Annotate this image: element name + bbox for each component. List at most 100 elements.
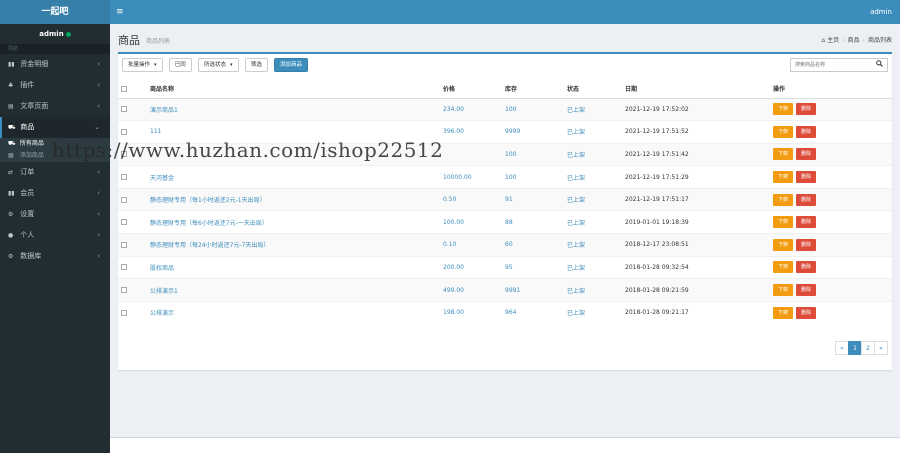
take-down-button[interactable]: 下架 xyxy=(773,238,794,251)
chevron-left-icon: ‹ xyxy=(97,189,100,197)
delete-button[interactable]: 删除 xyxy=(796,148,817,161)
breadcrumb: ⌂ 主页 › 商品 › 商品列表 xyxy=(821,35,892,44)
sidebar-subitem-label: 添加商品 xyxy=(19,152,44,159)
sidebar-item-database[interactable]: ⚙ 数据库 ‹ xyxy=(0,246,110,267)
sidebar-item-funds[interactable]: ▮▮ 资金明细 ‹ xyxy=(0,54,110,75)
product-name-link[interactable]: 股权商品 xyxy=(150,255,443,279)
bulk-action-select[interactable]: 批量操作 ▾ xyxy=(122,58,163,72)
date-cell: 2018-01-28 09:32:54 xyxy=(625,255,773,279)
chevron-left-icon: ‹ xyxy=(97,210,100,218)
pagination-prev[interactable]: « xyxy=(835,341,849,355)
search-icon[interactable] xyxy=(876,60,883,69)
column-header[interactable]: 商品名称 xyxy=(150,80,443,99)
status-cell: 已上架 xyxy=(567,300,625,324)
row-checkbox[interactable] xyxy=(121,196,127,203)
row-checkbox[interactable] xyxy=(121,264,127,271)
sidebar-item-label: 个人 xyxy=(20,231,35,239)
delete-button[interactable]: 删除 xyxy=(796,284,817,297)
product-name-link[interactable]: 天河基金 xyxy=(150,165,443,189)
pagination-page-2[interactable]: 2 xyxy=(861,341,875,355)
product-name-link[interactable]: 静态理财专用（每24小时返还7元-7天出局） xyxy=(150,233,443,257)
column-header[interactable]: 状态 xyxy=(567,80,625,99)
sidebar-item-plugins[interactable]: ♣ 插件 ‹ xyxy=(0,75,110,96)
status-cell: 已上架 xyxy=(567,278,625,302)
date-cell: 2021-12-19 17:52:02 xyxy=(625,97,773,121)
take-down-button[interactable]: 下架 xyxy=(773,171,794,184)
chevron-left-icon: ‹ xyxy=(97,231,100,239)
actions-cell: 下架 删除 xyxy=(773,165,892,189)
row-checkbox[interactable] xyxy=(121,174,127,181)
product-name-link[interactable]: 静态理财专用（每1小时返还2元-1天出局） xyxy=(150,187,443,211)
stock-cell: 100 xyxy=(505,165,567,189)
take-down-button[interactable]: 下架 xyxy=(773,261,794,274)
delete-button[interactable]: 删除 xyxy=(796,306,817,319)
row-checkbox[interactable] xyxy=(121,128,127,135)
sidebar-item-members[interactable]: ▮▮ 会员 ‹ xyxy=(0,183,110,204)
top-user-menu[interactable]: admin xyxy=(870,0,892,24)
column-header[interactable]: 日期 xyxy=(625,80,773,99)
take-down-button[interactable]: 下架 xyxy=(773,306,794,319)
delete-button[interactable]: 删除 xyxy=(796,125,817,138)
status-filter-select[interactable]: 所选状态 ▾ xyxy=(198,58,239,72)
sidebar-item-profile[interactable]: ● 个人 ‹ xyxy=(0,225,110,246)
pagination-next[interactable]: » xyxy=(874,341,888,355)
product-name-link[interactable]: 演示商品1 xyxy=(150,97,443,121)
watermark-text: https://www.huzhan.com/ishop22512 xyxy=(52,138,444,162)
price-cell: 396.00 xyxy=(443,120,505,144)
delete-button[interactable]: 删除 xyxy=(796,216,817,229)
take-down-button[interactable]: 下架 xyxy=(773,103,794,116)
cart-icon: ⛟ xyxy=(8,124,16,131)
select-all-checkbox[interactable] xyxy=(121,85,127,92)
page-subtitle: 商品列表 xyxy=(146,38,171,45)
take-down-button[interactable]: 下架 xyxy=(773,148,794,161)
filter-button[interactable]: 筛选 xyxy=(244,58,268,72)
delete-button[interactable]: 删除 xyxy=(796,261,817,274)
row-checkbox[interactable] xyxy=(121,219,127,226)
search-input[interactable] xyxy=(791,59,871,71)
row-checkbox[interactable] xyxy=(121,106,127,113)
bulk-action-label: 批量操作 xyxy=(128,62,151,68)
column-header[interactable]: 价格 xyxy=(443,80,505,99)
row-select-cell xyxy=(118,300,150,324)
status-cell: 已上架 xyxy=(567,142,625,166)
breadcrumb-current: 商品列表 xyxy=(867,37,892,44)
actions-cell: 下架 删除 xyxy=(773,142,892,166)
column-header[interactable]: 库存 xyxy=(505,80,567,99)
delete-button[interactable]: 删除 xyxy=(796,171,817,184)
breadcrumb-products[interactable]: 商品 xyxy=(848,37,860,44)
row-select-cell xyxy=(118,278,150,302)
product-name-link[interactable]: 公排演示 xyxy=(150,300,443,324)
menu-toggle-icon[interactable]: ≡ xyxy=(116,0,124,24)
delete-button[interactable]: 删除 xyxy=(796,193,817,206)
product-name-link[interactable]: 公排演示1 xyxy=(150,278,443,302)
take-down-button[interactable]: 下架 xyxy=(773,125,794,138)
delete-button[interactable]: 删除 xyxy=(796,103,817,116)
sidebar-item-products[interactable]: ⛟ 商品 ⌄ xyxy=(0,117,110,138)
add-product-button[interactable]: 添加商品 xyxy=(274,58,309,72)
row-select-cell xyxy=(118,165,150,189)
row-checkbox[interactable] xyxy=(121,241,127,248)
pagination-page-1[interactable]: 1 xyxy=(848,341,862,355)
apply-button[interactable]: 已同 xyxy=(168,58,192,72)
sidebar-item-orders[interactable]: ⇄ 订单 ‹ xyxy=(0,162,110,183)
actions-cell: 下架 删除 xyxy=(773,233,892,257)
sidebar-item-articles[interactable]: ▤ 文章页面 ‹ xyxy=(0,96,110,117)
sidebar-item-label: 资金明细 xyxy=(20,60,49,68)
take-down-button[interactable]: 下架 xyxy=(773,193,794,206)
take-down-button[interactable]: 下架 xyxy=(773,284,794,297)
row-checkbox[interactable] xyxy=(121,309,127,316)
sidebar-item-settings[interactable]: ⚙ 设置 ‹ xyxy=(0,204,110,225)
stock-cell: 88 xyxy=(505,210,567,234)
gear-icon: ⚙ xyxy=(8,211,14,218)
breadcrumb-home[interactable]: 主页 xyxy=(827,37,839,44)
actions-cell: 下架 删除 xyxy=(773,210,892,234)
pagination: « 1 2 » xyxy=(835,341,888,355)
app-logo[interactable]: 一起吧 xyxy=(0,0,110,24)
take-down-button[interactable]: 下架 xyxy=(773,216,794,229)
product-name-link[interactable]: 静态理财专用（每6小时返还7元-一天出局） xyxy=(150,210,443,234)
delete-button[interactable]: 删除 xyxy=(796,238,817,251)
price-cell xyxy=(443,142,505,166)
table-row: 股权商品 200.00 95 已上架 2018-01-28 09:32:54 下架 删除 xyxy=(118,255,892,279)
row-checkbox[interactable] xyxy=(121,287,127,294)
chevron-left-icon: ‹ xyxy=(97,81,100,89)
